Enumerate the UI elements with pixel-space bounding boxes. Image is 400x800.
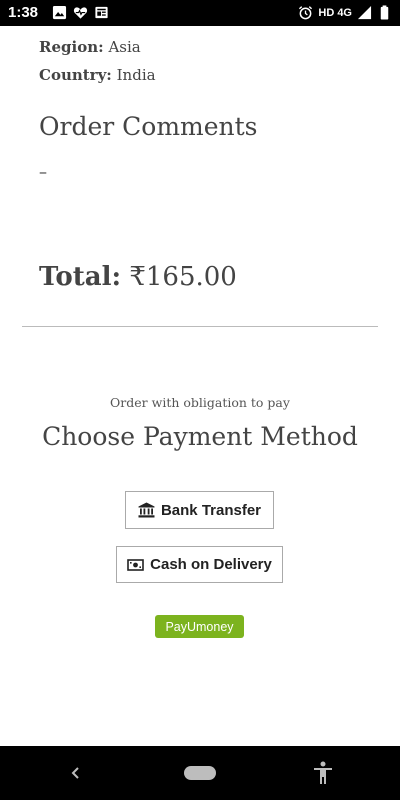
cash-icon: [127, 558, 144, 571]
battery-icon: [380, 5, 389, 20]
bank-icon: [138, 502, 155, 518]
order-summary: Region: Asia Country: India Order Commen…: [0, 26, 400, 746]
alarm-icon: [299, 6, 313, 20]
region-line: Region: Asia: [39, 38, 141, 56]
region-value: Asia: [108, 38, 141, 56]
home-pill[interactable]: [184, 766, 216, 780]
navigation-bar: [0, 746, 400, 800]
network-label: HD 4G: [318, 6, 352, 19]
payumoney-logo: PayUmoney: [165, 619, 234, 634]
total-label: Total:: [39, 262, 122, 292]
total-value: ₹165.00: [129, 262, 237, 292]
back-icon[interactable]: [66, 763, 86, 783]
cash-on-delivery-button[interactable]: Cash on Delivery: [116, 546, 283, 583]
status-system-icons: HD 4G: [298, 5, 392, 20]
status-time: 1:38: [8, 4, 39, 21]
payumoney-button[interactable]: PayUmoney: [155, 615, 244, 638]
region-label: Region:: [39, 38, 104, 56]
obligation-text: Order with obligation to pay: [110, 395, 290, 410]
cash-on-delivery-label: Cash on Delivery: [150, 556, 272, 573]
order-total: Total: ₹165.00: [39, 262, 237, 292]
bank-transfer-button[interactable]: Bank Transfer: [125, 491, 274, 529]
order-comments-value: –: [39, 162, 47, 181]
signal-icon: [357, 5, 372, 20]
payment-method-title: Choose Payment Method: [42, 422, 358, 451]
status-notification-icons: [52, 5, 109, 20]
divider: [22, 326, 378, 327]
country-value: India: [116, 66, 156, 84]
order-comments-title: Order Comments: [39, 112, 258, 141]
accessibility-icon[interactable]: [312, 761, 334, 785]
status-bar: 1:38 HD 4G: [0, 0, 400, 26]
heart-icon: [73, 7, 88, 19]
news-icon: [95, 6, 108, 19]
image-icon: [52, 5, 67, 20]
country-label: Country:: [39, 66, 112, 84]
country-line: Country: India: [39, 66, 156, 84]
bank-transfer-label: Bank Transfer: [160, 501, 262, 519]
